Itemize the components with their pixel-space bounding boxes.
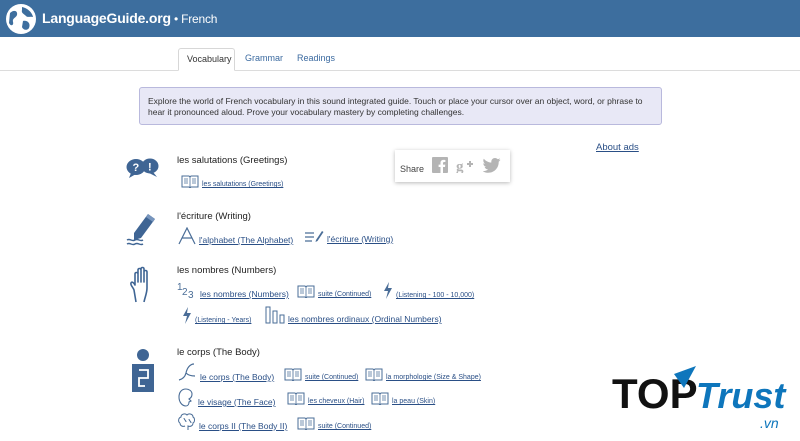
- item-skin[interactable]: la peau (Skin): [371, 392, 435, 405]
- body-icon: [132, 349, 154, 392]
- item-greetings[interactable]: les salutations (Greetings): [181, 175, 283, 188]
- watermark-trust: Trust: [696, 375, 787, 416]
- book-icon: [365, 368, 383, 381]
- face-icon: [178, 388, 193, 407]
- share-label: Share: [400, 164, 425, 174]
- bars-icon: [265, 306, 285, 324]
- item-ordinal-numbers[interactable]: les nombres ordinaux (Ordinal Numbers): [265, 306, 442, 324]
- item-body-ii-continued-label: suite (Continued): [318, 423, 372, 430]
- brain-icon: [178, 413, 195, 430]
- item-body[interactable]: le corps (The Body): [177, 362, 274, 382]
- item-listening-100[interactable]: (Listening - 100 - 10,000): [383, 282, 474, 299]
- numbers-icon: 123: [177, 282, 194, 299]
- category-title-numbers: les nombres (Numbers): [177, 265, 277, 276]
- item-skin-label: la peau (Skin): [392, 398, 436, 405]
- google-plus-icon[interactable]: g: [456, 157, 476, 173]
- book-icon: [297, 285, 315, 298]
- item-numbers-continued[interactable]: suite (Continued): [297, 285, 371, 298]
- book-icon: [284, 368, 302, 381]
- item-listening-years-label: (Listening - Years): [195, 317, 252, 324]
- writing-lines-icon: [305, 231, 324, 242]
- globe-logo-icon[interactable]: [4, 2, 38, 36]
- book-icon: [181, 175, 199, 188]
- facebook-icon[interactable]: [432, 157, 448, 173]
- intro-box: Explore the world of French vocabulary i…: [139, 87, 662, 125]
- hand-icon: [130, 266, 148, 303]
- item-hair-label: les cheveux (Hair): [308, 398, 365, 405]
- tab-grammar[interactable]: Grammar: [237, 48, 291, 71]
- speech-bubbles-icon: ? !: [126, 158, 159, 178]
- item-listening-100-label: (Listening - 100 - 10,000): [396, 292, 475, 299]
- twitter-icon[interactable]: [483, 158, 501, 173]
- item-size-shape-label: la morphologie (Size & Shape): [386, 374, 481, 381]
- item-writing-label: l'écriture (Writing): [327, 234, 394, 244]
- category-title-writing: l'écriture (Writing): [177, 211, 251, 222]
- about-ads-link[interactable]: About ads: [596, 142, 639, 153]
- item-alphabet-label: l'alphabet (The Alphabet): [199, 235, 294, 245]
- brand-language: French: [181, 12, 218, 26]
- lightning-icon: [384, 282, 392, 299]
- book-icon: [297, 417, 315, 430]
- item-greetings-label: les salutations (Greetings): [202, 181, 284, 188]
- figure-icon: [178, 363, 196, 381]
- item-face-label: le visage (The Face): [198, 397, 276, 407]
- svg-text:!: !: [148, 162, 152, 174]
- watermark-suffix: .vn: [760, 415, 779, 431]
- item-body-ii[interactable]: le corps II (The Body II): [177, 413, 287, 431]
- svg-text:?: ?: [133, 162, 140, 174]
- item-face[interactable]: le visage (The Face): [177, 388, 275, 407]
- item-listening-years[interactable]: (Listening - Years): [182, 307, 251, 324]
- toptrust-logo-icon: TOP Trust .vn: [612, 366, 787, 431]
- item-alphabet[interactable]: l'alphabet (The Alphabet): [178, 227, 293, 245]
- svg-text:3: 3: [188, 290, 194, 299]
- book-icon: [287, 392, 305, 405]
- item-ordinal-numbers-label: les nombres ordinaux (Ordinal Numbers): [288, 314, 442, 324]
- svg-text:g: g: [456, 159, 464, 173]
- item-body-continued-label: suite (Continued): [305, 374, 359, 381]
- item-body-ii-label: le corps II (The Body II): [199, 421, 288, 431]
- item-numbers[interactable]: 123 les nombres (Numbers): [177, 280, 289, 299]
- item-size-shape[interactable]: la morphologie (Size & Shape): [365, 368, 481, 381]
- item-body-ii-continued[interactable]: suite (Continued): [297, 417, 371, 430]
- share-widget: Share g: [395, 150, 510, 182]
- lightning-icon: [183, 307, 191, 324]
- pencil-icon: [126, 214, 155, 246]
- site-header: LanguageGuide.org • French: [0, 0, 800, 37]
- item-writing[interactable]: l'écriture (Writing): [304, 229, 393, 244]
- item-body-label: le corps (The Body): [200, 372, 275, 382]
- book-icon: [371, 392, 389, 405]
- site-brand[interactable]: LanguageGuide.org • French: [42, 10, 217, 26]
- letter-a-icon: [178, 227, 196, 245]
- item-numbers-continued-label: suite (Continued): [318, 291, 372, 298]
- brand-name: LanguageGuide.org: [42, 10, 171, 26]
- category-title-body: le corps (The Body): [177, 347, 260, 358]
- item-hair[interactable]: les cheveux (Hair): [287, 392, 364, 405]
- tab-vocabulary[interactable]: Vocabulary: [178, 48, 235, 71]
- toptrust-watermark: TOP Trust .vn: [612, 362, 792, 432]
- brand-separator: •: [170, 12, 182, 26]
- item-body-continued[interactable]: suite (Continued): [284, 368, 358, 381]
- tab-readings[interactable]: Readings: [289, 48, 343, 71]
- category-title-greetings: les salutations (Greetings): [177, 155, 288, 166]
- tab-divider: [0, 70, 800, 71]
- item-numbers-label: les nombres (Numbers): [200, 289, 289, 299]
